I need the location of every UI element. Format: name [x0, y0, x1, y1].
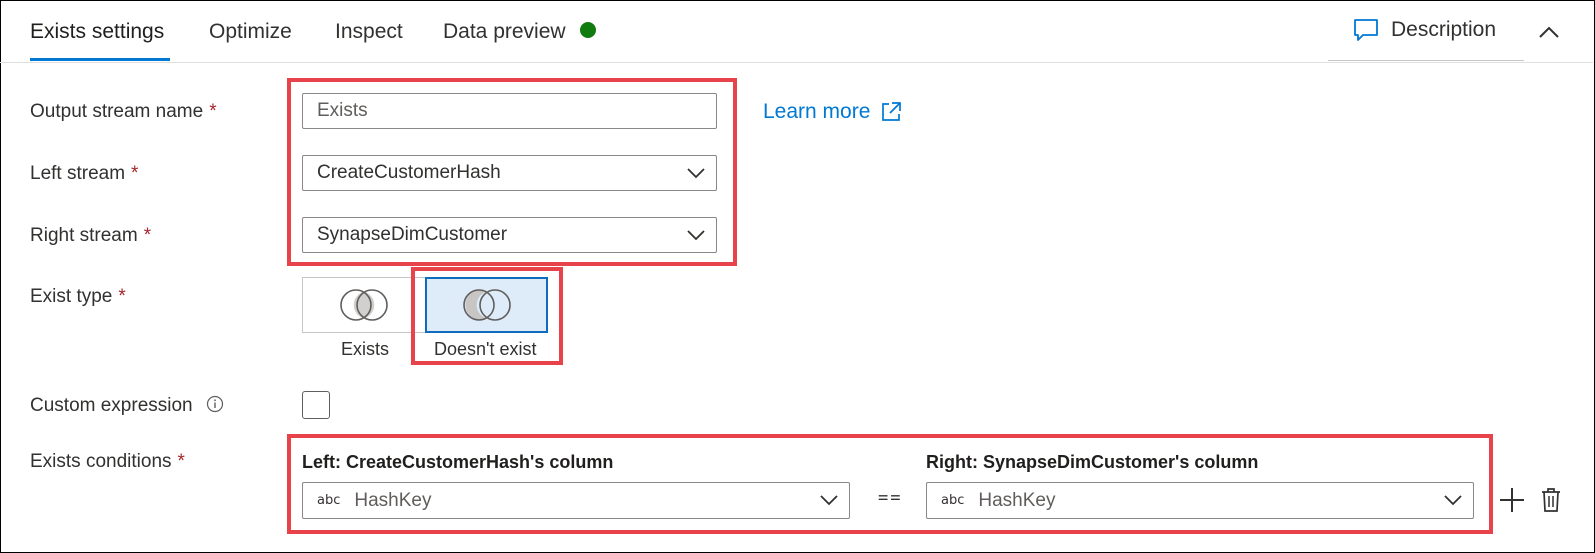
right-stream-dropdown[interactable]: SynapseDimCustomer — [302, 217, 717, 253]
tab-data-preview-label: Data preview — [443, 20, 566, 43]
exists-conditions-label: Exists conditions * — [30, 451, 185, 473]
exist-type-text: Exist type — [30, 286, 113, 307]
tab-inspect[interactable]: Inspect — [335, 20, 403, 44]
string-type-badge: abc — [317, 493, 341, 508]
chevron-down-icon — [820, 495, 838, 506]
exist-type-label: Exist type * — [30, 286, 126, 308]
custom-expression-label: Custom expression — [30, 395, 224, 417]
left-column-value: HashKey — [354, 489, 432, 511]
right-stream-text: Right stream — [30, 225, 138, 246]
custom-expression-text: Custom expression — [30, 395, 193, 416]
description-button[interactable]: Description — [1353, 18, 1496, 42]
left-column-dropdown[interactable]: abc HashKey — [302, 482, 850, 519]
learn-more-label: Learn more — [763, 100, 871, 123]
right-column-header: Right: SynapseDimCustomer's column — [926, 452, 1259, 472]
output-stream-name-value: Exists — [317, 100, 368, 121]
left-stream-label: Left stream * — [30, 163, 138, 185]
exists-option-label: Exists — [341, 339, 390, 359]
required-mark: * — [177, 451, 185, 472]
active-tab-indicator — [30, 58, 170, 61]
equality-operator: == — [878, 488, 903, 508]
chevron-down-icon — [687, 168, 705, 179]
venn-intersection-icon — [340, 289, 388, 321]
comment-icon — [1354, 19, 1378, 41]
required-mark: * — [209, 101, 217, 122]
tab-optimize[interactable]: Optimize — [209, 20, 292, 44]
doesnt-exist-option-label: Doesn't exist — [434, 339, 537, 359]
add-condition-icon[interactable] — [1498, 486, 1526, 514]
chevron-up-icon[interactable] — [1537, 22, 1561, 42]
string-type-badge: abc — [941, 493, 965, 508]
description-label: Description — [1391, 18, 1497, 41]
panel-frame — [0, 0, 1595, 553]
required-mark: * — [118, 286, 126, 307]
trash-icon[interactable] — [1540, 486, 1562, 514]
chevron-down-icon — [1444, 495, 1462, 506]
left-stream-dropdown[interactable]: CreateCustomerHash — [302, 155, 717, 191]
tab-exists-settings[interactable]: Exists settings — [30, 20, 164, 44]
custom-expression-checkbox[interactable] — [302, 391, 330, 419]
right-stream-value: SynapseDimCustomer — [317, 224, 508, 245]
left-stream-value: CreateCustomerHash — [317, 162, 501, 183]
doesnt-exist-option-button[interactable] — [425, 277, 548, 333]
tab-bar: Exists settings Optimize Inspect Data pr… — [0, 0, 1593, 63]
info-icon[interactable] — [206, 395, 224, 413]
status-dot-icon — [579, 22, 596, 39]
external-link-icon — [882, 102, 902, 121]
left-column-header: Left: CreateCustomerHash's column — [302, 452, 614, 472]
right-stream-label: Right stream * — [30, 225, 151, 247]
exists-option-button[interactable] — [302, 277, 425, 333]
left-stream-text: Left stream — [30, 163, 126, 184]
exists-conditions-text: Exists conditions — [30, 451, 172, 472]
required-mark: * — [143, 225, 152, 246]
learn-more-link[interactable]: Learn more — [763, 100, 902, 124]
venn-left-only-icon — [462, 289, 511, 321]
required-mark: * — [131, 163, 139, 184]
tab-data-preview[interactable]: Data preview — [443, 20, 596, 44]
chevron-down-icon — [687, 230, 705, 241]
right-column-value: HashKey — [978, 489, 1056, 511]
right-column-dropdown[interactable]: abc HashKey — [926, 482, 1474, 519]
output-stream-name-label: Output stream name * — [30, 101, 217, 123]
output-stream-name-input[interactable]: Exists — [302, 93, 717, 129]
description-divider — [1328, 60, 1524, 61]
output-stream-name-text: Output stream name — [30, 101, 204, 122]
